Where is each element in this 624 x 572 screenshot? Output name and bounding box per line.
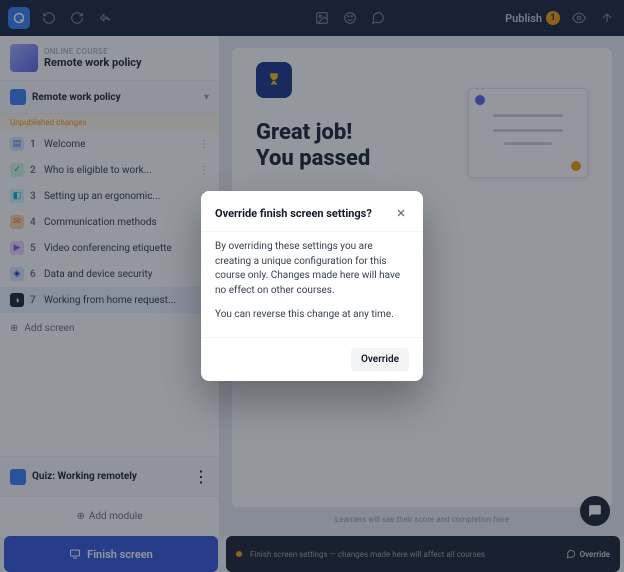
override-modal: Override finish screen settings? By over… xyxy=(201,191,423,381)
modal-paragraph-2: You can reverse this change at any time. xyxy=(215,308,409,323)
modal-paragraph-1: By overriding these settings you are cre… xyxy=(215,240,409,298)
modal-title: Override finish screen settings? xyxy=(215,207,372,220)
override-button[interactable]: Override xyxy=(351,348,409,371)
close-icon[interactable] xyxy=(393,205,409,221)
modal-overlay[interactable]: Override finish screen settings? By over… xyxy=(0,0,624,572)
